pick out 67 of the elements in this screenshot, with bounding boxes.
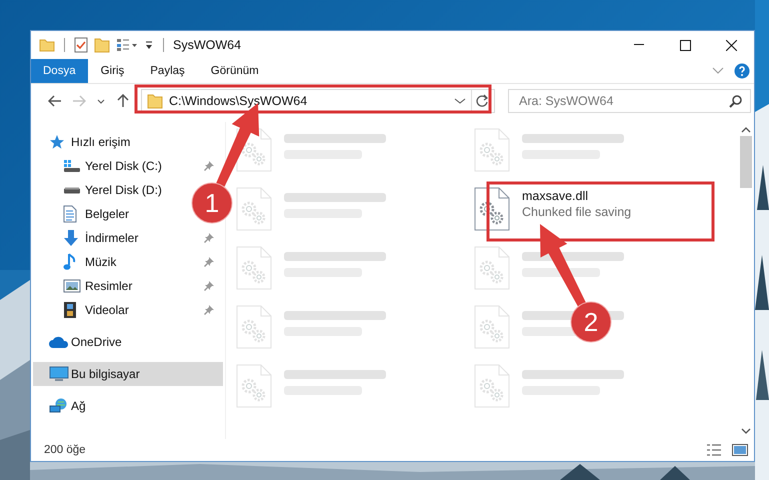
scrollbar-thumb[interactable] xyxy=(740,136,752,188)
nav-item[interactable]: Resimler xyxy=(33,274,223,298)
nav-item[interactable]: Bu bilgisayar xyxy=(33,362,223,386)
download-arrow-icon xyxy=(63,229,79,247)
nav-item[interactable]: OneDrive xyxy=(33,330,223,354)
number-badge: 2 xyxy=(570,302,612,342)
settings-file-icon xyxy=(236,364,272,408)
expand-ribbon-icon[interactable] xyxy=(712,67,724,75)
pin-icon[interactable] xyxy=(203,256,215,268)
drive-icon xyxy=(63,159,81,173)
ribbon-tab[interactable]: Görünüm xyxy=(198,59,272,83)
window-title: SysWOW64 xyxy=(173,38,242,52)
nav-item[interactable]: Videolar xyxy=(33,298,223,322)
minimize-icon xyxy=(634,44,644,46)
file-description: Chunked file saving xyxy=(522,205,632,219)
up-arrow-icon[interactable] xyxy=(117,94,129,108)
help-icon[interactable] xyxy=(734,63,750,79)
pin-icon[interactable] xyxy=(203,304,215,316)
close-icon xyxy=(726,40,736,50)
properties-icon[interactable] xyxy=(116,38,138,52)
nav-item[interactable]: Yerel Disk (C:) xyxy=(33,154,223,178)
nav-item[interactable]: Belgeler xyxy=(33,202,136,226)
file-name[interactable]: maxsave.dll xyxy=(522,189,632,203)
search-icon xyxy=(729,95,742,108)
address-bar[interactable]: C:\Windows\SysWOW64 xyxy=(141,89,495,113)
settings-file-icon xyxy=(474,128,510,172)
back-arrow-icon[interactable] xyxy=(48,95,62,107)
cloud-icon xyxy=(49,335,69,349)
address-path: C:\Windows\SysWOW64 xyxy=(169,94,308,108)
nav-item[interactable]: Ağ xyxy=(33,394,223,418)
checklist-icon[interactable] xyxy=(74,37,88,53)
settings-file-icon xyxy=(236,187,272,231)
thumbnail-view-icon[interactable] xyxy=(732,444,748,456)
nav-item[interactable]: Yerel Disk (D:) xyxy=(33,178,168,202)
picture-icon xyxy=(63,279,81,293)
star-icon xyxy=(49,134,65,150)
pin-icon[interactable] xyxy=(203,232,215,244)
customize-caret-icon[interactable] xyxy=(144,39,154,51)
maximize-icon xyxy=(680,40,690,50)
nav-item[interactable]: Müzik xyxy=(33,250,223,274)
pin-icon[interactable] xyxy=(203,160,215,172)
ribbon-tab[interactable]: Giriş xyxy=(88,59,138,83)
search-field[interactable]: Ara: SysWOW64 xyxy=(508,89,751,113)
document-icon xyxy=(63,205,77,223)
network-icon xyxy=(49,398,69,414)
folder-icon xyxy=(147,93,163,109)
settings-file-icon xyxy=(474,305,510,349)
settings-file-icon xyxy=(474,187,510,231)
computer-icon xyxy=(49,366,69,382)
recent-caret-icon[interactable] xyxy=(97,98,105,104)
nav-item[interactable]: Hızlı erişim xyxy=(33,130,223,154)
settings-file-icon xyxy=(474,246,510,290)
ribbon-tab[interactable]: Dosya xyxy=(31,59,88,83)
pin-icon[interactable] xyxy=(203,280,215,292)
scroll-down-icon[interactable] xyxy=(740,427,750,435)
settings-file-icon xyxy=(236,305,272,349)
details-view-icon[interactable] xyxy=(706,444,722,456)
scroll-up-icon[interactable] xyxy=(740,126,750,134)
drive-icon xyxy=(63,186,81,194)
music-note-icon xyxy=(63,253,77,271)
nav-item[interactable]: İndirmeler xyxy=(33,226,223,250)
settings-file-icon xyxy=(474,364,510,408)
settings-file-icon xyxy=(236,246,272,290)
number-badge: 1 xyxy=(192,182,232,224)
item-count: 200 öğe xyxy=(44,444,86,456)
ribbon-tab[interactable]: Paylaş xyxy=(137,59,198,83)
film-icon xyxy=(63,301,77,319)
